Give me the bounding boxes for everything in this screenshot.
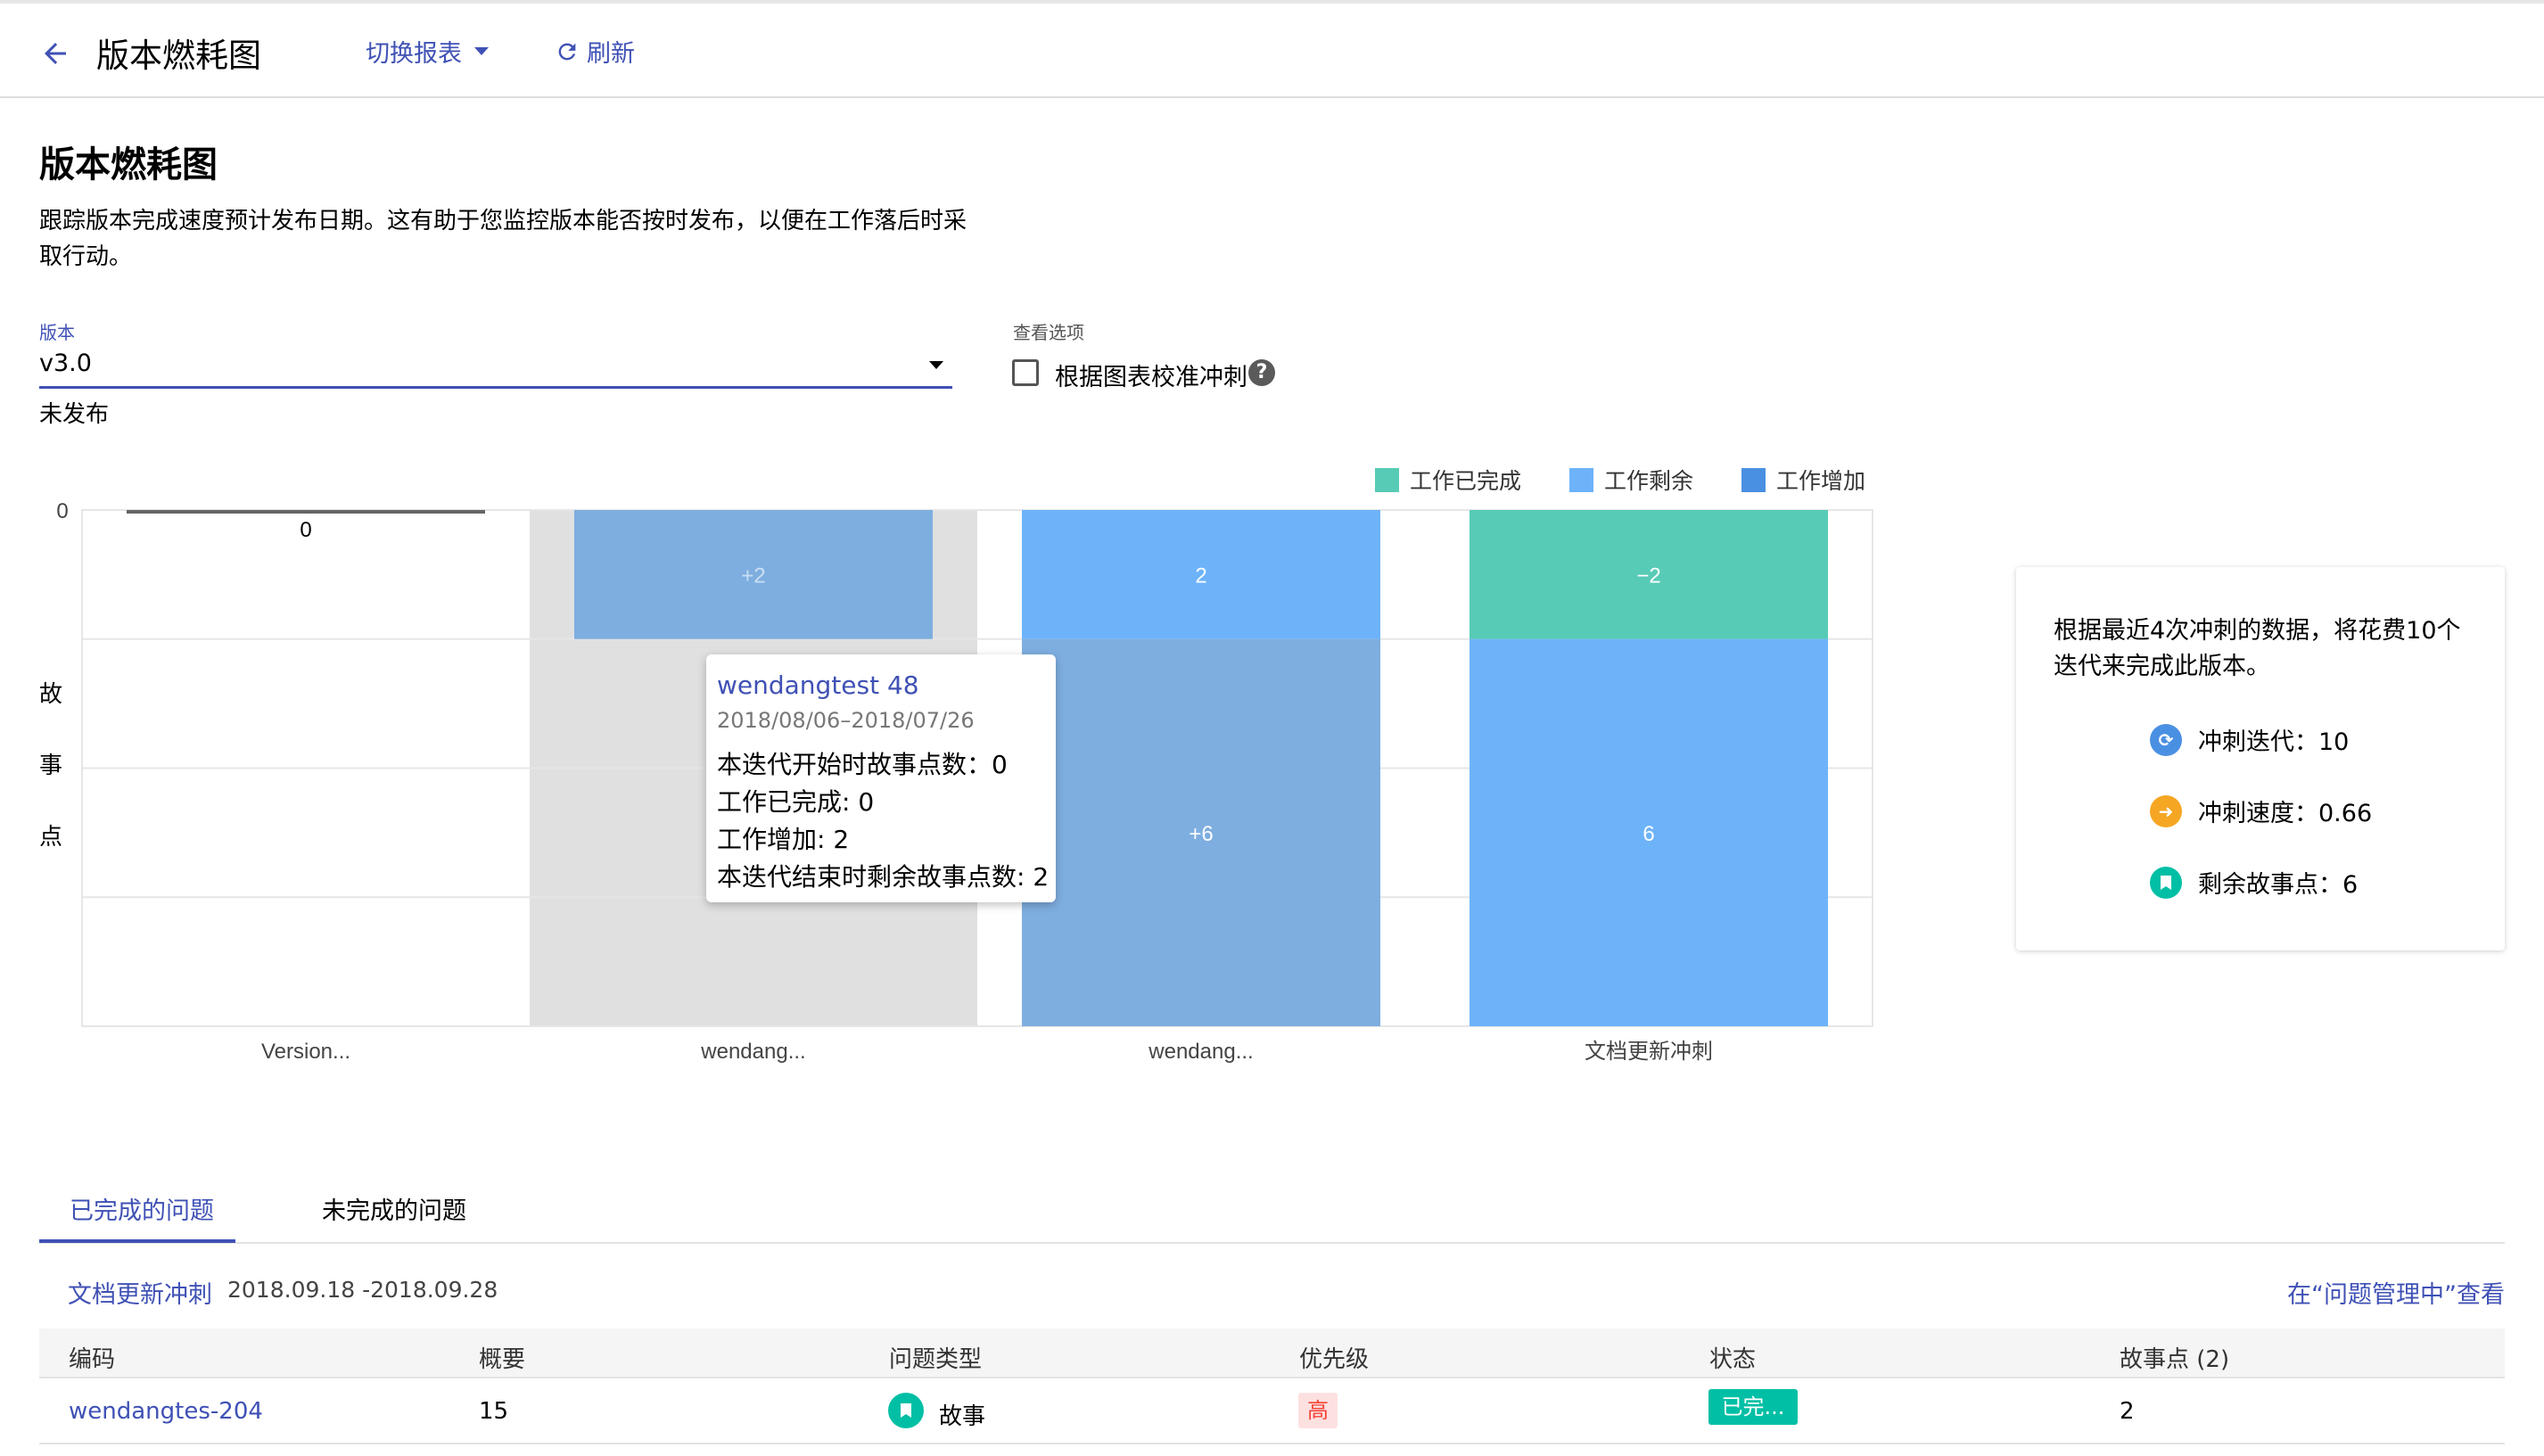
header-title: 版本燃耗图	[96, 37, 261, 75]
version-status: 未发布	[39, 401, 110, 428]
tooltip-title: wendangtest 48	[717, 670, 919, 700]
issue-summary: 15	[479, 1398, 509, 1425]
help-icon[interactable]: ?	[1248, 359, 1275, 386]
col-header-summary: 概要	[479, 1346, 526, 1373]
remaining-points-label: 剩余故事点：6	[2198, 871, 2359, 899]
issue-type-label: 故事	[939, 1403, 986, 1430]
tooltip-end-remaining: 本迭代结束时剩余故事点数: 2	[717, 862, 1050, 892]
sprint-iterations-label: 冲刺迭代：10	[2198, 728, 2350, 756]
caret-down-icon	[474, 47, 489, 55]
version-value: v3.0	[39, 350, 92, 377]
x-tick-label: Version...	[261, 1040, 350, 1064]
version-label: 版本	[39, 322, 75, 343]
priority-badge: 高	[1298, 1393, 1338, 1428]
col-header-status: 状态	[1709, 1346, 1757, 1373]
sprint-dates: 2018.09.18 -2018.09.28	[227, 1277, 498, 1303]
dropdown-caret-icon	[929, 361, 943, 369]
sprint-name-link[interactable]: 文档更新冲刺	[68, 1275, 212, 1310]
tab-completed-issues[interactable]: 已完成的问题	[70, 1191, 214, 1226]
bookmark-icon	[2150, 866, 2182, 899]
switch-report-button[interactable]: 切换报表	[366, 34, 489, 69]
x-tick-label: wendang...	[1148, 1040, 1253, 1064]
tooltip-done: 工作已完成: 0	[717, 787, 875, 817]
tooltip-start-points: 本迭代开始时故事点数：0	[717, 750, 1008, 779]
table-row: wendangtes-204 15 故事 高 已完... 2	[39, 1380, 2505, 1444]
tooltip-added: 工作增加: 2	[717, 825, 850, 854]
tabs-divider	[39, 1242, 2505, 1244]
bar-segment-label: 6	[1642, 822, 1654, 846]
calibrate-sprint-checkbox[interactable]	[1012, 359, 1039, 386]
active-tab-indicator	[39, 1239, 235, 1243]
issue-code-link[interactable]: wendangtes-204	[69, 1398, 263, 1425]
issues-table-header: 编码 概要 问题类型 优先级 状态 故事点 (2)	[39, 1328, 2505, 1378]
view-options-label: 查看选项	[1013, 322, 1084, 343]
bar-segment-label: +6	[1189, 822, 1213, 846]
refresh-button[interactable]: 刷新	[555, 34, 635, 69]
x-tick-label: wendang...	[700, 1040, 805, 1064]
app-header: 版本燃耗图 切换报表 刷新	[0, 4, 2544, 98]
bar-segment-label: −2	[1636, 563, 1660, 588]
issue-story-points: 2	[2120, 1398, 2135, 1425]
chart-tooltip: wendangtest 48 2018/08/06–2018/07/26 本迭代…	[706, 654, 1056, 902]
tooltip-date: 2018/08/06–2018/07/26	[717, 708, 975, 733]
bar-segment-label: 2	[1195, 563, 1206, 588]
refresh-label: 刷新	[587, 40, 635, 68]
forecast-text: 根据最近4次冲刺的数据，将花费10个迭代来完成此版本。	[2054, 617, 2461, 680]
col-header-code: 编码	[69, 1346, 116, 1373]
forecast-summary-card: 根据最近4次冲刺的数据，将花费10个迭代来完成此版本。 ⟳ 冲刺迭代：10 ➜ …	[2016, 567, 2505, 950]
page-title: 版本燃耗图	[39, 144, 218, 185]
page-description: 跟踪版本完成速度预计发布日期。这有助于您监控版本能否按时发布，以便在工作落后时采…	[39, 208, 967, 270]
sprint-velocity-label: 冲刺速度：0.66	[2198, 800, 2373, 827]
col-header-type: 问题类型	[889, 1346, 983, 1373]
story-type-icon	[888, 1393, 924, 1428]
remaining-points: 剩余故事点：6	[2150, 865, 2358, 900]
calibrate-sprint-label[interactable]: 根据图表校准冲刺	[1055, 358, 1247, 392]
view-in-issue-management-link[interactable]: 在“问题管理中”查看	[2287, 1275, 2505, 1310]
y-tick-label: 0	[56, 499, 68, 523]
status-badge: 已完...	[1708, 1389, 1798, 1425]
tab-incomplete-issues[interactable]: 未完成的问题	[322, 1191, 466, 1226]
x-tick-label: 文档更新冲刺	[1585, 1040, 1713, 1064]
bar-segment-label: +2	[741, 563, 765, 588]
sprint-velocity: ➜ 冲刺速度：0.66	[2150, 794, 2372, 828]
bar-total-label: 0	[300, 518, 311, 542]
switch-report-label: 切换报表	[366, 40, 462, 68]
sprint-iterations: ⟳ 冲刺迭代：10	[2150, 722, 2349, 757]
back-arrow-icon[interactable]	[39, 37, 71, 70]
sprint-iteration-icon: ⟳	[2150, 723, 2182, 756]
velocity-runner-icon: ➜	[2150, 794, 2182, 827]
version-select[interactable]: v3.0	[39, 346, 952, 389]
refresh-icon	[558, 43, 576, 60]
col-header-points: 故事点 (2)	[2120, 1346, 2230, 1373]
col-header-priority: 优先级	[1299, 1346, 1370, 1373]
